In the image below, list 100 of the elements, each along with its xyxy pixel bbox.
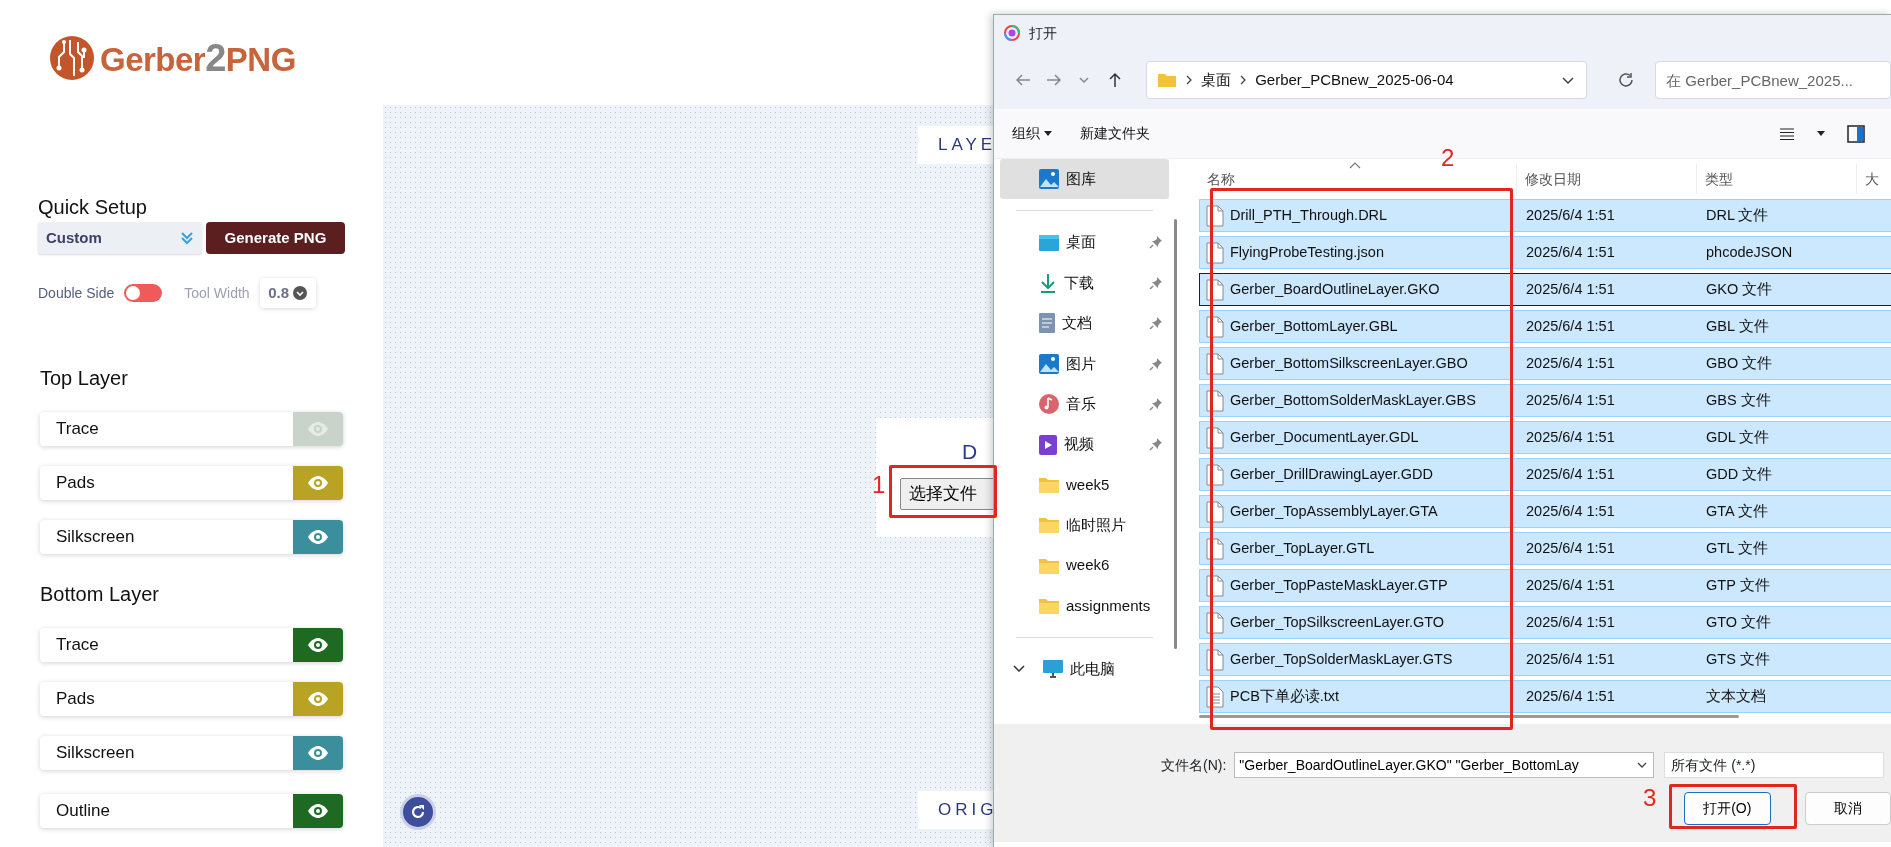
file-date: 2025/6/4 1:51 [1525,279,1616,299]
logo-text: Gerber2PNG [100,39,296,77]
music-icon [1038,393,1060,416]
caret-icon[interactable] [1817,130,1825,137]
layer-name: Trace [55,418,100,441]
sidebar-item[interactable]: 文档 [1000,303,1169,344]
canvas-label: LAYE [918,126,996,164]
column-header[interactable]: 类型 [1697,164,1857,194]
file-row[interactable]: Gerber_BoardOutlineLayer.GKO 2025/6/4 1:51 GKO 文件 [1199,273,1891,306]
generate-button[interactable]: Generate PNG [205,222,345,254]
view-list-icon[interactable] [1779,126,1795,141]
file-date: 2025/6/4 1:51 [1525,427,1616,447]
file-name: Gerber_TopAssemblyLayer.GTA [1230,501,1438,521]
filename-field[interactable]: "Gerber_BoardOutlineLayer.GKO" "Gerber_BottomLay [1234,752,1655,778]
toolbar-button[interactable]: 组织 [1012,121,1052,146]
visibility-toggle[interactable] [293,736,343,770]
sidebar-item[interactable]: 桌面 [1000,222,1169,263]
visibility-toggle[interactable] [293,628,343,662]
file-name: Gerber_DocumentLayer.GDL [1230,427,1419,447]
eye-icon [307,476,329,490]
file-row[interactable]: Gerber_BottomSilkscreenLayer.GBO 2025/6/4 1:51 GBO 文件 [1199,347,1891,380]
eye-icon [307,692,329,706]
refresh-icon [1616,71,1635,89]
refresh-icon [409,803,427,821]
open-button[interactable]: 打开(O) [1684,792,1771,825]
field-label: 文件名(N): [1161,755,1227,775]
file-row[interactable]: Gerber_TopSilkscreenLayer.GTO 2025/6/4 1:51 GTO 文件 [1199,606,1891,639]
app-icon [1004,25,1020,41]
sidebar-item[interactable]: week6 [1000,545,1169,586]
sidebar-item[interactable]: 视频 [1000,424,1169,465]
preset-select[interactable]: Custom [38,222,202,254]
file-row[interactable]: Gerber_TopPasteMaskLayer.GTP 2025/6/4 1:51 GTP 文件 [1199,569,1891,602]
document-icon [1038,312,1056,335]
file-date: 2025/6/4 1:51 [1525,612,1616,632]
file-row[interactable]: PCB下单必读.txt 2025/6/4 1:51 文本文档 [1199,680,1891,713]
file-type: GBL 文件 [1705,316,1770,336]
address-bar[interactable]: 桌面 Gerber_PCBnew_2025-06-04 [1146,61,1587,99]
visibility-toggle[interactable] [293,794,343,828]
eye-icon [307,422,329,436]
file-name: FlyingProbeTesting.json [1230,242,1384,262]
sidebar-item[interactable]: 图库 [1000,159,1169,200]
pin-icon [1149,235,1163,250]
picture-icon [1038,352,1060,375]
file-name: Gerber_TopPasteMaskLayer.GTP [1230,575,1448,595]
pin-icon [1149,356,1163,371]
pin-icon [1149,275,1163,290]
breadcrumb-item[interactable]: Gerber_PCBnew_2025-06-04 [1255,68,1454,92]
file-type: GBS 文件 [1705,390,1772,410]
file-type: DRL 文件 [1705,205,1770,225]
file-row[interactable]: Gerber_TopAssemblyLayer.GTA 2025/6/4 1:51 GTA 文件 [1199,495,1891,528]
folder-icon [1038,556,1060,575]
column-header[interactable]: 修改日期 [1517,164,1697,194]
sidebar-item[interactable]: 下载 [1000,262,1169,304]
file-name: Gerber_BoardOutlineLayer.GKO [1230,279,1440,299]
visibility-toggle[interactable] [293,520,343,554]
file-type-filter[interactable]: 所有文件 (*.*) [1664,752,1885,778]
sidebar-item[interactable]: assignments [1000,585,1169,627]
file-row[interactable]: Gerber_DrillDrawingLayer.GDD 2025/6/4 1:51 GDD 文件 [1199,458,1891,491]
cancel-button[interactable]: 取消 [1804,792,1891,825]
download-icon [1038,271,1058,294]
visibility-toggle[interactable] [293,412,343,446]
file-type: GBO 文件 [1705,353,1774,373]
file-name: Gerber_BottomSilkscreenLayer.GBO [1230,353,1468,373]
section-title: Quick Setup [38,195,148,219]
folder-icon [1038,475,1060,494]
file-row[interactable]: Gerber_TopLayer.GTL 2025/6/4 1:51 GTL 文件 [1199,532,1891,565]
sidebar-item[interactable]: 音乐 [1000,383,1169,425]
toggle-switch[interactable] [124,284,163,302]
sidebar-item[interactable]: 图片 [1000,343,1169,384]
visibility-toggle[interactable] [293,466,343,500]
file-date: 2025/6/4 1:51 [1525,205,1616,225]
file-date: 2025/6/4 1:51 [1525,390,1616,410]
file-type: GTA 文件 [1705,501,1769,521]
search-field[interactable]: 在 Gerber_PCBnew_2025... [1655,61,1891,99]
computer-icon [1042,659,1064,680]
eye-icon [307,530,329,544]
breadcrumb-item[interactable]: 桌面 [1201,68,1232,92]
section-title: Top Layer [40,366,129,390]
pin-icon [1149,396,1163,411]
chevron-icon [1185,75,1194,85]
visibility-toggle[interactable] [293,682,343,716]
tool-width-select[interactable]: 0.8 [259,278,316,308]
file-type: 文本文档 [1705,686,1767,706]
file-row[interactable]: Gerber_DocumentLayer.GDL 2025/6/4 1:51 GDL 文件 [1199,421,1891,454]
eye-icon [307,638,329,652]
toolbar-button[interactable]: 新建文件夹 [1080,121,1150,146]
scrollbar[interactable] [1174,219,1177,649]
layer-name: Silkscreen [55,742,136,765]
file-row[interactable]: Gerber_BottomSolderMaskLayer.GBS 2025/6/4 1:51 GBS 文件 [1199,384,1891,417]
preview-pane-icon[interactable] [1847,124,1865,143]
logo-icon [50,36,94,80]
sidebar-item[interactable]: 此电脑 [1000,649,1169,690]
file-date: 2025/6/4 1:51 [1525,538,1616,558]
file-row[interactable]: Drill_PTH_Through.DRL 2025/6/4 1:51 DRL 文件 [1199,199,1891,232]
column-header[interactable]: 大 [1857,164,1891,194]
file-row[interactable]: Gerber_TopSolderMaskLayer.GTS 2025/6/4 1:51 GTS 文件 [1199,643,1891,676]
file-type: GTP 文件 [1705,575,1771,595]
scrollbar[interactable] [1199,715,1739,718]
file-row[interactable]: FlyingProbeTesting.json 2025/6/4 1:51 phcodeJSON [1199,236,1891,269]
file-row[interactable]: Gerber_BottomLayer.GBL 2025/6/4 1:51 GBL 文件 [1199,310,1891,343]
